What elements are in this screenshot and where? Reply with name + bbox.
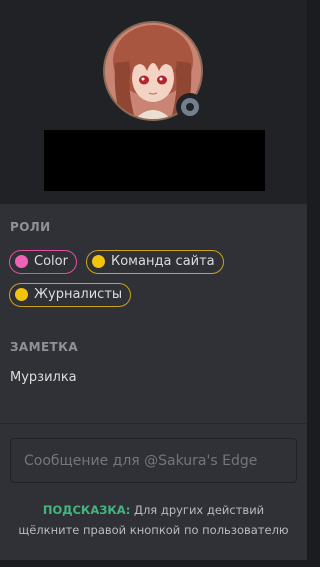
role-label: Журналисты [34,287,123,302]
divider [0,423,307,424]
roles-title: РОЛИ [10,220,51,234]
offline-status-icon [181,98,199,116]
note-title: ЗАМЕТКА [10,340,79,354]
profile-header [0,0,307,204]
role-color-dot-icon[interactable] [15,255,28,268]
role-pill-site-team[interactable]: Команда сайта [86,250,224,274]
message-input[interactable] [10,438,297,483]
avatar-container[interactable] [103,21,204,121]
username-redacted [44,130,265,191]
status-indicator [176,93,204,121]
hint-line-1: Для других действий [133,503,265,517]
role-label: Команда сайта [111,254,215,269]
note-field[interactable]: Мурзилка [10,370,77,385]
role-color-dot-icon[interactable] [92,255,105,268]
role-pill-color[interactable]: Color [9,250,77,274]
status-hole [186,103,194,111]
hint-text: ПОДСКАЗКА: Для других действий щёлкните … [0,500,307,540]
hint-label: ПОДСКАЗКА: [42,503,131,517]
role-pill-journalists[interactable]: Журналисты [9,283,132,307]
role-label: Color [34,254,68,269]
user-profile-popout: РОЛИ Color Команда сайта Журналисты ЗАМЕ… [0,0,307,560]
hint-line-2: щёлкните правой кнопкой по пользователю [18,523,289,537]
role-color-dot-icon[interactable] [15,288,28,301]
